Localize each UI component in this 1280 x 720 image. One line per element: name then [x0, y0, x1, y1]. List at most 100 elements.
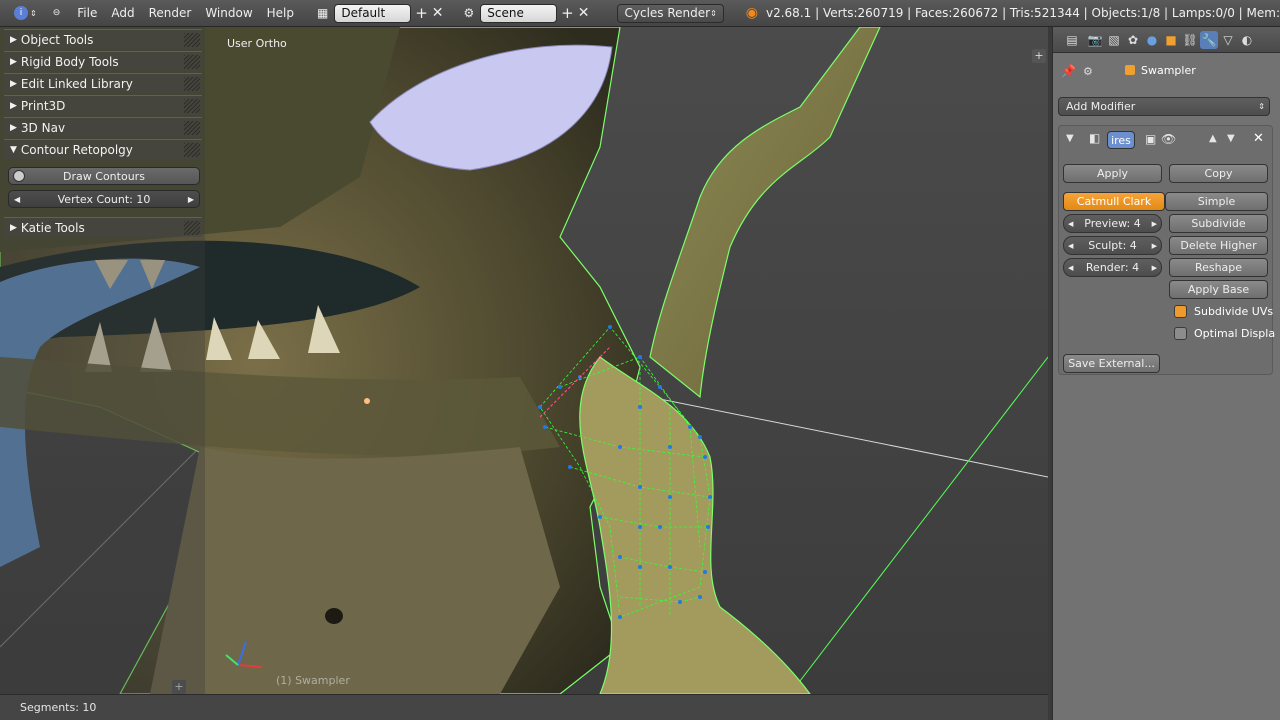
- grip-icon[interactable]: [184, 33, 200, 47]
- chevron-updown-icon: ⇕: [1258, 102, 1265, 111]
- catmull-clark-label: Catmull Clark: [1076, 195, 1152, 208]
- collapse-menu-button[interactable]: ⊖: [49, 3, 65, 23]
- triangle-right-icon: ▶: [10, 100, 17, 111]
- constraints-tab-icon[interactable]: ⛓: [1181, 31, 1199, 49]
- add-modifier-dropdown[interactable]: Add Modifier ⇕: [1058, 97, 1270, 116]
- render-tab-icon[interactable]: 📷: [1086, 31, 1104, 49]
- chevron-left-icon[interactable]: ◀: [14, 195, 20, 204]
- modifier-name-field[interactable]: ires: [1107, 131, 1135, 149]
- chevron-right-icon[interactable]: ▶: [188, 195, 194, 204]
- apply-label: Apply: [1096, 167, 1129, 180]
- grip-icon[interactable]: [184, 121, 200, 135]
- subdivide-button[interactable]: Subdivide: [1169, 214, 1268, 233]
- chevron-right-icon[interactable]: ▶: [1152, 220, 1157, 228]
- vertex-count-field[interactable]: ◀ Vertex Count: 10 ▶: [8, 190, 200, 208]
- sculpt-levels-field[interactable]: ◀ Sculpt: 4 ▶: [1063, 236, 1162, 255]
- menu-window[interactable]: Window: [198, 6, 259, 20]
- object-tab-icon[interactable]: ■: [1162, 31, 1180, 49]
- chevron-left-icon[interactable]: ◀: [1068, 220, 1073, 228]
- data-tab-icon[interactable]: ▽: [1219, 31, 1237, 49]
- chevron-right-icon[interactable]: ▶: [1152, 264, 1157, 272]
- panel-label: Print3D: [20, 98, 66, 113]
- panel-edit-linked-library[interactable]: ▶ Edit Linked Library: [4, 73, 202, 93]
- panel-label: Contour Retopolgy: [20, 142, 133, 157]
- panel-3d-nav[interactable]: ▶ 3D Nav: [4, 117, 202, 137]
- delete-screen-button[interactable]: ✕: [428, 3, 448, 23]
- contours-icon: [13, 170, 25, 182]
- remove-modifier-icon[interactable]: ✕: [1253, 131, 1264, 146]
- object-mesh-icon: [1125, 65, 1135, 75]
- save-external-button[interactable]: Save External...: [1063, 354, 1160, 373]
- screen-layout-icon[interactable]: ▦: [313, 3, 332, 23]
- material-tab-icon[interactable]: ◐: [1238, 31, 1256, 49]
- subdivide-uvs-checkbox[interactable]: [1174, 305, 1187, 318]
- simple-button[interactable]: Simple: [1165, 192, 1268, 211]
- scene-icon[interactable]: ⚙: [460, 3, 479, 23]
- menu-help[interactable]: Help: [260, 6, 301, 20]
- panel-label: Katie Tools: [20, 220, 85, 235]
- catmull-clark-button[interactable]: Catmull Clark: [1063, 192, 1165, 211]
- grip-icon[interactable]: [184, 221, 200, 235]
- grip-icon[interactable]: [184, 77, 200, 91]
- triangle-right-icon: ▶: [10, 34, 17, 45]
- panel-label: Edit Linked Library: [20, 76, 133, 91]
- viewport-expand-icon[interactable]: +: [1032, 49, 1046, 63]
- chevron-left-icon[interactable]: ◀: [1068, 264, 1073, 272]
- render-toggle-icon[interactable]: ▣: [1145, 132, 1156, 146]
- draw-contours-button[interactable]: Draw Contours: [8, 167, 200, 185]
- menu-file[interactable]: File: [70, 6, 104, 20]
- object-label: (1) Swampler: [276, 674, 350, 687]
- apply-base-label: Apply Base: [1187, 283, 1250, 296]
- viewport-toggle-icon[interactable]: 👁: [1161, 132, 1176, 146]
- panel-rigid-body-tools[interactable]: ▶ Rigid Body Tools: [4, 51, 202, 71]
- segments-status: Segments: 10: [20, 701, 97, 714]
- reshape-button[interactable]: Reshape: [1169, 258, 1268, 277]
- render-engine-dropdown[interactable]: Cycles Render ⇕: [617, 3, 724, 23]
- panel-print3d[interactable]: ▶ Print3D: [4, 95, 202, 115]
- modifiers-tab-icon[interactable]: 🔧: [1200, 30, 1218, 49]
- apply-base-button[interactable]: Apply Base: [1169, 280, 1268, 299]
- optimal-display-checkbox[interactable]: [1174, 327, 1187, 340]
- pin-icon[interactable]: 📌: [1061, 64, 1076, 78]
- copy-label: Copy: [1204, 167, 1233, 180]
- view-label: User Ortho: [227, 37, 287, 50]
- object-context-icon: ⚙: [1083, 65, 1093, 78]
- screen-layout-field[interactable]: Default: [334, 3, 412, 23]
- move-down-icon[interactable]: ▼: [1227, 133, 1235, 144]
- menu-add[interactable]: Add: [104, 6, 141, 20]
- render-engine-label: Cycles Render: [624, 6, 711, 20]
- info-icon: i: [14, 6, 28, 20]
- panel-katie-tools[interactable]: ▶ Katie Tools: [4, 217, 202, 237]
- subdivide-label: Subdivide: [1191, 217, 1246, 230]
- scene-field[interactable]: Scene: [480, 3, 558, 23]
- render-layers-tab-icon[interactable]: ▧: [1105, 31, 1123, 49]
- creature-hand: [579, 356, 811, 694]
- panel-contour-retopology[interactable]: ▼ Contour Retopolgy: [4, 139, 202, 159]
- grip-icon[interactable]: [184, 143, 200, 157]
- delete-scene-button[interactable]: ✕: [574, 3, 594, 23]
- blender-logo-icon: ◉: [745, 5, 758, 21]
- triangle-right-icon: ▶: [10, 222, 17, 233]
- scene-tab-icon[interactable]: ✿: [1124, 31, 1142, 49]
- menu-render[interactable]: Render: [142, 6, 199, 20]
- grip-icon[interactable]: [184, 99, 200, 113]
- preview-levels-field[interactable]: ◀ Preview: 4 ▶: [1063, 214, 1162, 233]
- collapse-modifier-icon[interactable]: ▼: [1066, 133, 1074, 144]
- chevron-updown-icon: ⇕: [710, 8, 717, 18]
- grip-icon[interactable]: [184, 55, 200, 69]
- chevron-right-icon[interactable]: ▶: [1152, 242, 1157, 250]
- grid-line: [789, 356, 1048, 694]
- top-menu-bar: i ⇕ ⊖ File Add Render Window Help ▦ Defau…: [0, 0, 1280, 27]
- apply-button[interactable]: Apply: [1063, 164, 1162, 183]
- copy-button[interactable]: Copy: [1169, 164, 1268, 183]
- editor-type-icon[interactable]: ▤: [1059, 31, 1085, 49]
- move-up-icon[interactable]: ▲: [1209, 133, 1217, 144]
- delete-higher-button[interactable]: Delete Higher: [1169, 236, 1268, 255]
- panel-object-tools[interactable]: ▶ Object Tools: [4, 29, 202, 49]
- render-levels-field[interactable]: ◀ Render: 4 ▶: [1063, 258, 1162, 277]
- world-tab-icon[interactable]: ●: [1143, 31, 1161, 49]
- preview-levels-label: Preview: 4: [1084, 217, 1141, 230]
- subdivide-uvs-label: Subdivide UVs: [1194, 305, 1274, 318]
- chevron-left-icon[interactable]: ◀: [1068, 242, 1073, 250]
- info-editor-type-button[interactable]: i ⇕: [10, 3, 41, 23]
